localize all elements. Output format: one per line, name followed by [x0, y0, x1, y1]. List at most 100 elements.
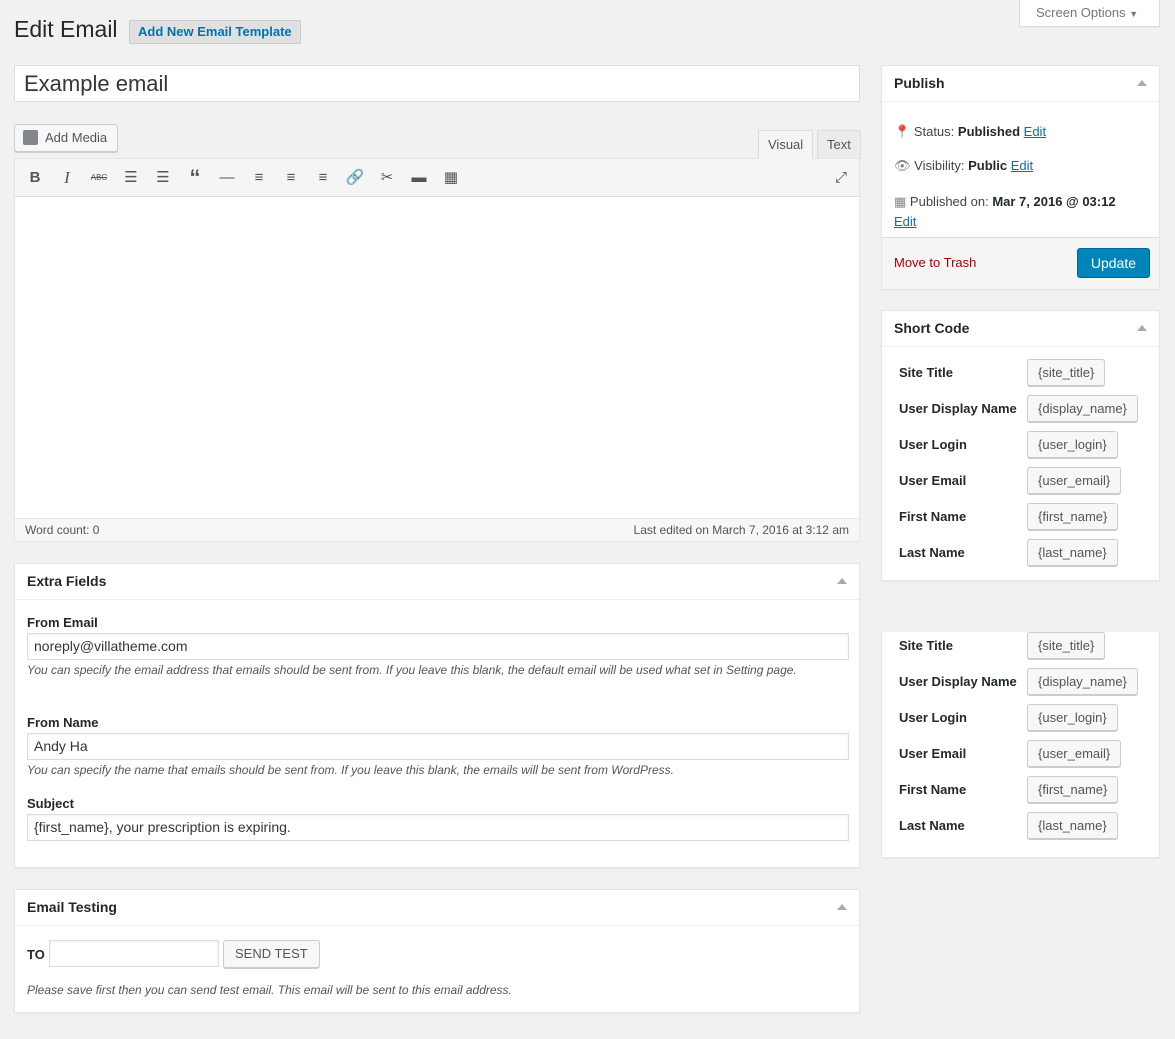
- box-title: Short Code: [894, 320, 970, 336]
- add-new-email-template-button[interactable]: Add New Email Template: [129, 20, 301, 44]
- eye-icon: 👁: [894, 158, 911, 173]
- shortcode-button[interactable]: {first_name}: [1027, 776, 1119, 803]
- align-left-icon[interactable]: ≡: [249, 168, 269, 188]
- publish-header[interactable]: Publish: [882, 66, 1159, 102]
- shortcode-button[interactable]: {display_name}: [1027, 668, 1138, 695]
- shortcode-button[interactable]: {user_email}: [1027, 740, 1122, 767]
- editor-body[interactable]: [15, 197, 859, 519]
- bulleted-list-icon[interactable]: ☰: [121, 168, 141, 188]
- from-email-input[interactable]: noreply@villatheme.com: [27, 633, 849, 660]
- shortcode-button[interactable]: {first_name}: [1027, 503, 1119, 530]
- published-label: Published on:: [909, 194, 989, 209]
- shortcode-label: Site Title: [899, 365, 953, 380]
- shortcode-label: User Email: [899, 746, 967, 761]
- link-icon[interactable]: 🔗: [345, 168, 365, 188]
- toolbar-toggle-icon[interactable]: ▦: [441, 168, 461, 188]
- add-media-button[interactable]: Add Media: [14, 124, 118, 152]
- from-email-description: You can specify the email address that e…: [27, 663, 797, 677]
- tab-visual[interactable]: Visual: [758, 130, 814, 159]
- from-email-label: From Email: [27, 615, 98, 630]
- from-name-label: From Name: [27, 715, 99, 730]
- shortcode-label: First Name: [899, 509, 967, 524]
- shortcode-button[interactable]: {user_email}: [1027, 467, 1122, 494]
- numbered-list-icon[interactable]: ☰: [153, 168, 173, 188]
- to-email-input[interactable]: [49, 940, 219, 967]
- move-to-trash-link[interactable]: Move to Trash: [894, 255, 976, 270]
- media-icon: [23, 130, 38, 145]
- shortcode-label: Site Title: [899, 638, 953, 653]
- collapse-arrow-icon[interactable]: [1137, 325, 1147, 331]
- strikethrough-icon[interactable]: ABC: [89, 168, 109, 188]
- collapse-arrow-icon[interactable]: [1137, 80, 1147, 86]
- word-count: Word count: 0: [25, 523, 100, 537]
- to-label: TO: [27, 947, 45, 962]
- shortcode-button[interactable]: {site_title}: [1027, 632, 1106, 659]
- from-name-input[interactable]: Andy Ha: [27, 733, 849, 760]
- edit-visibility-link[interactable]: Edit: [1011, 158, 1033, 173]
- shortcode-label: User Login: [899, 437, 967, 452]
- publish-actions: Move to Trash Update: [882, 237, 1159, 289]
- subject-input[interactable]: {first_name}, your prescription is expir…: [27, 814, 849, 841]
- send-test-button[interactable]: SEND TEST: [223, 940, 320, 968]
- pin-icon: 📍: [894, 124, 911, 139]
- email-testing-box: Email Testing TO SEND TEST Please save f…: [14, 889, 860, 1013]
- extra-fields-header[interactable]: Extra Fields: [15, 564, 859, 600]
- caret-down-icon: ▼: [1129, 9, 1139, 19]
- status-label: Status:: [913, 124, 955, 139]
- box-title: Extra Fields: [27, 573, 107, 589]
- published-value: Mar 7, 2016 @ 03:12: [992, 194, 1116, 209]
- shortcode-label: User Login: [899, 710, 967, 725]
- screen-options-button[interactable]: Screen Options ▼: [1019, 0, 1160, 27]
- subject-label: Subject: [27, 796, 74, 811]
- shortcode-button[interactable]: {site_title}: [1027, 359, 1106, 386]
- editor-statusbar: Word count: 0 Last edited on March 7, 20…: [15, 518, 859, 541]
- add-media-label: Add Media: [45, 130, 108, 145]
- edit-date-link[interactable]: Edit: [894, 214, 916, 229]
- update-button[interactable]: Update: [1076, 248, 1150, 278]
- italic-icon[interactable]: I: [57, 168, 77, 188]
- shortcode-label: Last Name: [899, 818, 965, 833]
- post-title-input[interactable]: Example email: [14, 65, 860, 102]
- read-more-icon[interactable]: ▬: [409, 168, 429, 188]
- shortcode-button[interactable]: {last_name}: [1027, 812, 1118, 839]
- visibility-label: Visibility:: [914, 158, 965, 173]
- collapse-arrow-icon[interactable]: [837, 578, 847, 584]
- short-code-header[interactable]: Short Code: [882, 311, 1159, 347]
- visibility-value: Public: [968, 158, 1008, 173]
- edit-status-link[interactable]: Edit: [1024, 124, 1046, 139]
- email-testing-header[interactable]: Email Testing: [15, 890, 859, 926]
- from-name-description: You can specify the name that emails sho…: [27, 763, 674, 777]
- short-code-box-duplicate: Site Title {site_title} User Display Name {…: [881, 632, 1160, 858]
- last-edited: Last edited on March 7, 2016 at 3:12 am: [633, 523, 849, 537]
- box-title: Email Testing: [27, 899, 117, 915]
- shortcode-button[interactable]: {last_name}: [1027, 539, 1118, 566]
- blockquote-icon[interactable]: “: [185, 167, 205, 189]
- shortcode-label: Last Name: [899, 545, 965, 560]
- shortcode-button[interactable]: {display_name}: [1027, 395, 1138, 422]
- status-value: Published: [957, 124, 1021, 139]
- fullscreen-icon[interactable]: ⤢: [831, 168, 851, 188]
- shortcode-label: User Email: [899, 473, 967, 488]
- extra-fields-box: Extra Fields From Email noreply@villathe…: [14, 563, 860, 868]
- horizontal-line-icon[interactable]: —: [217, 168, 237, 188]
- email-testing-description: Please save first then you can send test…: [27, 983, 512, 997]
- editor-toolbar: B I ABC ☰ ☰ “ — ≡ ≡ ≡ 🔗 ✂ ▬ ▦ ⤢: [15, 159, 859, 197]
- page-title: Edit Email: [14, 16, 118, 42]
- shortcode-label: User Display Name: [899, 674, 1017, 689]
- short-code-box: Short Code Site Title {site_title} User Di…: [881, 310, 1160, 581]
- content-editor: B I ABC ☰ ☰ “ — ≡ ≡ ≡ 🔗 ✂ ▬ ▦ ⤢ Word cou…: [14, 158, 860, 542]
- calendar-icon: ▦: [894, 194, 907, 209]
- screen-options-label: Screen Options: [1036, 5, 1126, 20]
- unlink-icon[interactable]: ✂: [377, 168, 397, 188]
- box-title: Publish: [894, 75, 945, 91]
- tab-text[interactable]: Text: [817, 130, 861, 159]
- bold-icon[interactable]: B: [25, 168, 45, 188]
- collapse-arrow-icon[interactable]: [837, 904, 847, 910]
- shortcode-label: First Name: [899, 782, 967, 797]
- shortcode-button[interactable]: {user_login}: [1027, 704, 1118, 731]
- align-center-icon[interactable]: ≡: [281, 168, 301, 188]
- publish-box: Publish 📍 Status: Published Edit 👁 Visib…: [881, 65, 1160, 290]
- align-right-icon[interactable]: ≡: [313, 168, 333, 188]
- shortcode-label: User Display Name: [899, 401, 1017, 416]
- shortcode-button[interactable]: {user_login}: [1027, 431, 1118, 458]
